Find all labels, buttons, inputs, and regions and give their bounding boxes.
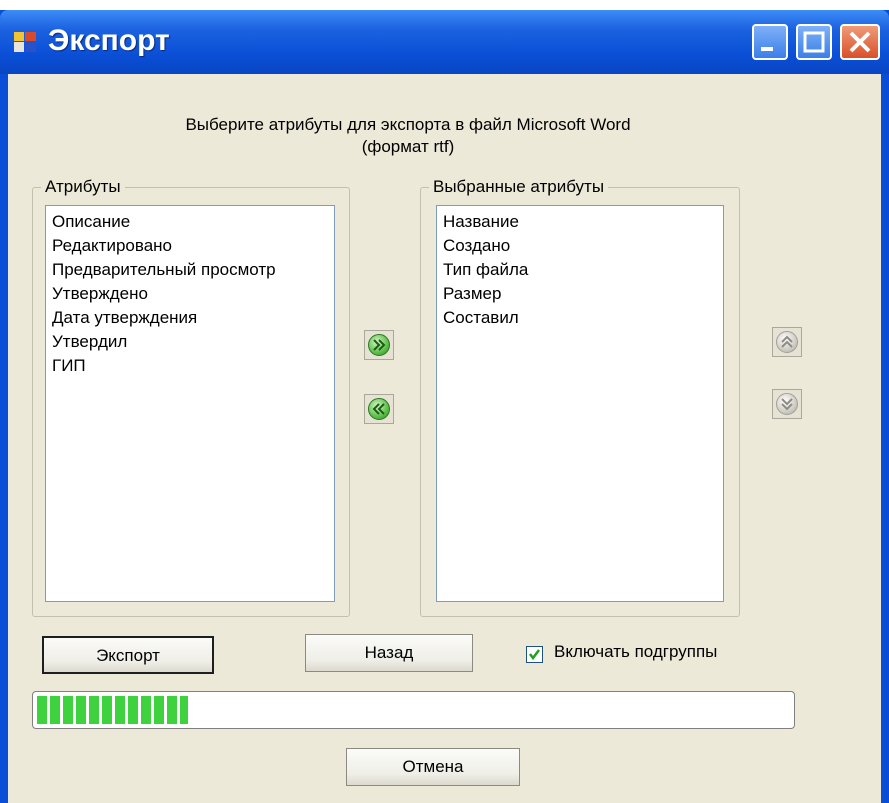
selected-attributes-list[interactable]: Название Создано Тип файла Размер Состав… bbox=[436, 205, 724, 602]
selected-attributes-label: Выбранные атрибуты bbox=[429, 177, 609, 197]
include-subgroups-checkbox[interactable] bbox=[526, 646, 543, 663]
back-button[interactable]: Назад bbox=[305, 634, 473, 672]
maximize-button[interactable] bbox=[796, 24, 832, 60]
minimize-icon bbox=[761, 47, 773, 51]
available-attributes-list[interactable]: Описание Редактировано Предварительный п… bbox=[45, 205, 335, 602]
list-item[interactable]: Размер bbox=[443, 282, 717, 306]
double-chevron-right-icon bbox=[373, 339, 386, 351]
list-item[interactable]: Утверждено bbox=[52, 282, 328, 306]
export-dialog: Экспорт Выберите атрибуты для экспорта в… bbox=[0, 10, 889, 803]
include-subgroups-label: Включать подгруппы bbox=[554, 642, 718, 661]
list-item[interactable]: Описание bbox=[52, 210, 328, 234]
export-button[interactable]: Экспорт bbox=[42, 636, 214, 674]
dialog-body: Выберите атрибуты для экспорта в файл Mi… bbox=[8, 74, 881, 803]
instruction-line-2: (формат rtf) bbox=[361, 137, 455, 156]
selected-attributes-group: Выбранные атрибуты Название Создано Тип … bbox=[420, 177, 740, 617]
add-attribute-button[interactable] bbox=[364, 330, 394, 360]
move-up-button[interactable] bbox=[772, 327, 802, 357]
maximize-icon bbox=[803, 31, 825, 53]
export-progress-bar bbox=[32, 691, 795, 729]
list-item[interactable]: Тип файла bbox=[443, 258, 717, 282]
move-down-button[interactable] bbox=[772, 389, 802, 419]
list-item[interactable]: Дата утверждения bbox=[52, 306, 328, 330]
progress-fill bbox=[37, 696, 188, 724]
list-item[interactable]: Редактировано bbox=[52, 234, 328, 258]
cancel-button[interactable]: Отмена bbox=[346, 748, 520, 786]
list-item[interactable]: Утвердил bbox=[52, 330, 328, 354]
available-attributes-label: Атрибуты bbox=[41, 177, 125, 197]
title-bar[interactable]: Экспорт bbox=[0, 10, 889, 74]
close-button[interactable] bbox=[840, 24, 880, 60]
list-item[interactable]: Название bbox=[443, 210, 717, 234]
available-attributes-group: Атрибуты Описание Редактировано Предвари… bbox=[32, 177, 350, 617]
close-icon bbox=[849, 31, 871, 53]
list-item[interactable]: ГИП bbox=[52, 354, 328, 378]
double-chevron-left-icon bbox=[372, 403, 385, 415]
checkmark-icon bbox=[529, 649, 540, 661]
window-title: Экспорт bbox=[48, 24, 170, 57]
double-chevron-up-icon bbox=[781, 335, 793, 348]
list-item[interactable]: Составил bbox=[443, 306, 717, 330]
double-chevron-down-icon bbox=[781, 398, 793, 411]
minimize-button[interactable] bbox=[752, 24, 788, 60]
remove-attribute-button[interactable] bbox=[364, 394, 394, 424]
instruction-line-1: Выберите атрибуты для экспорта в файл Mi… bbox=[185, 115, 631, 134]
list-item[interactable]: Создано bbox=[443, 234, 717, 258]
app-icon bbox=[14, 32, 36, 52]
instruction-text: Выберите атрибуты для экспорта в файл Mi… bbox=[128, 114, 688, 158]
list-item[interactable]: Предварительный просмотр bbox=[52, 258, 328, 282]
